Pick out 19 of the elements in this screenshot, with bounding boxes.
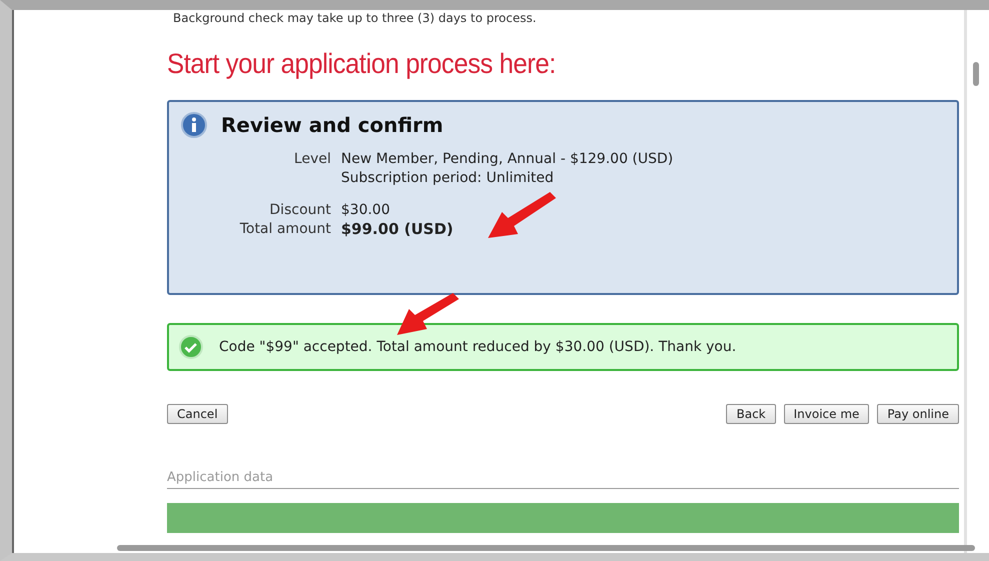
success-text: Code "$99" accepted. Total amount reduced by $30.00 (USD). Thank you. xyxy=(219,339,736,355)
horizontal-scrollbar[interactable] xyxy=(117,545,975,551)
section-title: Application data xyxy=(167,470,959,489)
field-value: $99.00 (USD) xyxy=(341,220,454,239)
field-value: Subscription period: Unlimited xyxy=(341,169,555,188)
page-heading: Start your application process here: xyxy=(167,48,557,80)
field-label: Discount xyxy=(268,201,331,220)
action-button[interactable]: Invoice me xyxy=(784,404,870,424)
field-value: $30.00 xyxy=(341,201,391,220)
action-button[interactable]: Back xyxy=(726,404,776,424)
notice-text: Background check may take up to three (3) days to process. xyxy=(173,11,538,26)
field-label: Total amount xyxy=(238,220,331,239)
field-label: Level xyxy=(293,150,331,169)
action-button[interactable]: Pay online xyxy=(877,404,959,424)
info-icon xyxy=(181,112,207,138)
checkmark-icon xyxy=(179,335,203,359)
field-value: New Member, Pending, Annual - $129.00 (USD) xyxy=(341,150,674,169)
cancel-button[interactable]: Cancel xyxy=(167,404,228,424)
review-title: Review and confirm xyxy=(221,113,444,137)
